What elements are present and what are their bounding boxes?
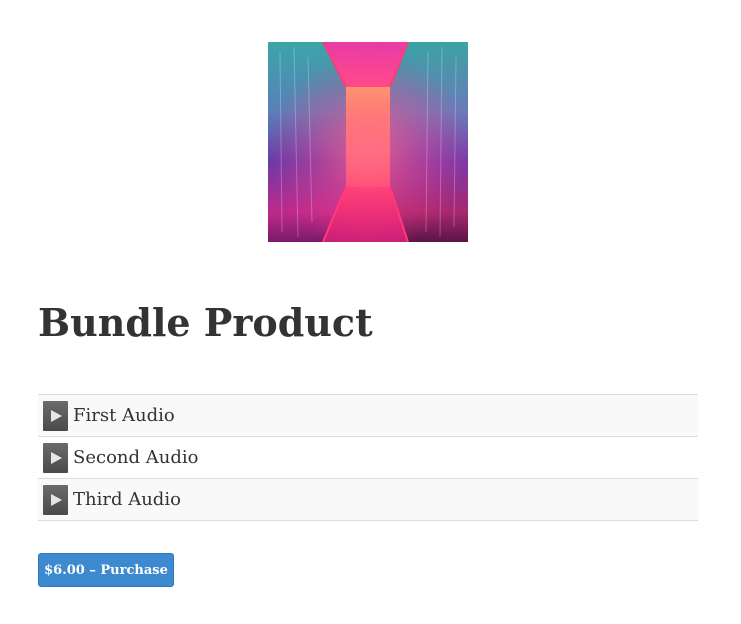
track-title[interactable]: First Audio [73, 405, 175, 426]
track-row: Third Audio [38, 479, 698, 521]
play-icon [51, 493, 62, 506]
track-row: Second Audio [38, 437, 698, 479]
play-icon [51, 409, 62, 422]
track-title[interactable]: Third Audio [73, 489, 181, 510]
product-image [268, 42, 468, 242]
play-button[interactable] [43, 400, 68, 431]
track-title[interactable]: Second Audio [73, 447, 198, 468]
neon-corridor-image [268, 42, 468, 242]
play-button[interactable] [43, 442, 68, 473]
audio-tracklist: First Audio Second Audio Third Audio [38, 394, 698, 521]
product-title: Bundle Product [38, 300, 373, 345]
play-button[interactable] [43, 484, 68, 515]
track-row: First Audio [38, 395, 698, 437]
play-icon [51, 451, 62, 464]
purchase-button[interactable]: $6.00 – Purchase [38, 553, 174, 587]
